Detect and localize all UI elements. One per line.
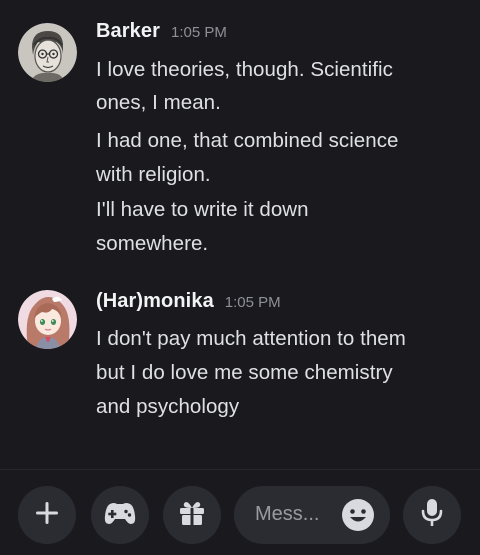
gamepad-icon (104, 500, 136, 531)
message-list: Barker 1:05 PM I love theories, though. … (0, 0, 480, 470)
sketch-portrait-avatar[interactable] (18, 23, 77, 82)
message-input[interactable]: Mess... (234, 486, 390, 544)
attach-button[interactable] (18, 486, 76, 544)
username[interactable]: (Har)monika (96, 290, 214, 313)
message-composer: Mess... (0, 470, 480, 555)
emoji-icon[interactable] (341, 498, 375, 532)
message-text-line: and psychology (96, 395, 240, 418)
message-text-line: with religion. (96, 163, 211, 186)
username[interactable]: Barker (96, 20, 160, 43)
plus-icon (34, 500, 60, 531)
message-text-line: I'll have to write it down (96, 198, 309, 221)
message-placeholder: Mess... (255, 503, 320, 525)
message-header: (Har)monika 1:05 PM (96, 290, 281, 318)
gift-button[interactable] (163, 486, 221, 544)
voice-message-button[interactable] (403, 486, 461, 544)
message-header: Barker 1:05 PM (96, 20, 227, 48)
message-group: Barker 1:05 PM I love theories, though. … (0, 20, 480, 270)
message-text-line: ones, I mean. (96, 91, 221, 114)
message-text-line: but I do love me some chemistry (96, 361, 393, 384)
microphone-icon (420, 498, 444, 533)
message-text-line: I don't pay much attention to them (96, 327, 406, 350)
anime-girl-avatar[interactable] (18, 290, 77, 349)
message-text-line: somewhere. (96, 232, 209, 255)
gift-icon (178, 499, 206, 532)
activities-button[interactable] (91, 486, 149, 544)
message-group: (Har)monika 1:05 PM I don't pay much att… (0, 290, 480, 430)
timestamp: 1:05 PM (170, 24, 227, 41)
timestamp: 1:05 PM (224, 294, 281, 311)
message-text-line: I had one, that combined science (96, 129, 399, 152)
message-text-line: I love theories, though. Scientific (96, 58, 393, 81)
